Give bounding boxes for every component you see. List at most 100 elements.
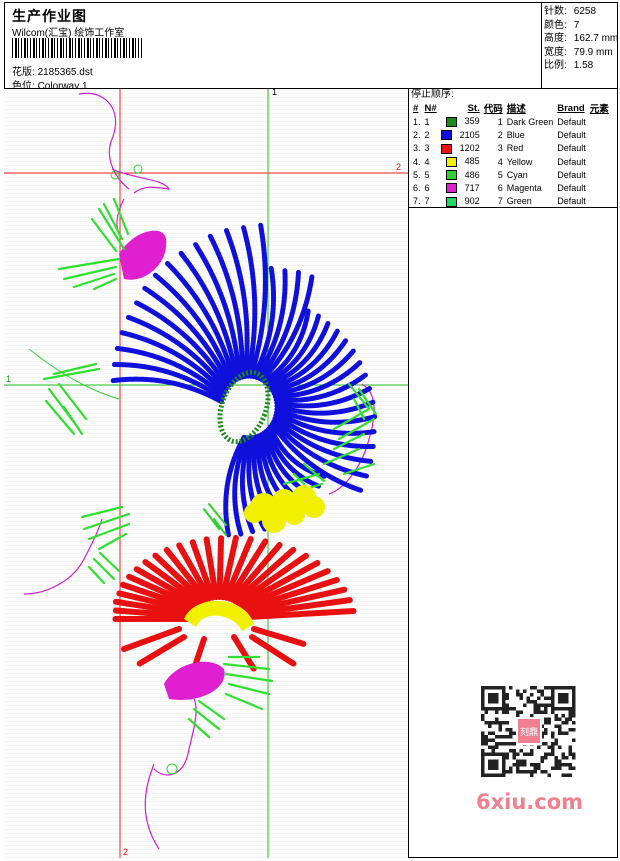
row-stitches: 717 xyxy=(439,181,482,194)
qr-module xyxy=(568,773,572,777)
qr-module xyxy=(558,724,562,728)
qr-module xyxy=(551,731,555,735)
qr-module xyxy=(554,717,558,721)
qr-module xyxy=(488,745,492,749)
qr-module xyxy=(561,721,565,725)
qr-module xyxy=(481,738,485,742)
table-row: 4. 4 485 4 Yellow Default xyxy=(411,155,611,168)
qr-module xyxy=(509,686,513,690)
row-num: 4. xyxy=(413,156,421,167)
qr-module xyxy=(544,686,548,690)
table-row: 3. 3 1202 3 Red Default xyxy=(411,142,611,155)
qr-module xyxy=(512,731,516,735)
qr-module xyxy=(530,770,534,774)
qr-module xyxy=(544,728,548,732)
qr-module xyxy=(547,703,551,707)
stitch-count: 486 xyxy=(464,169,480,180)
qr-module xyxy=(537,689,541,693)
qr-module xyxy=(572,728,576,732)
row-n: 1 xyxy=(424,116,430,127)
row-desc: Cyan xyxy=(506,169,528,180)
qr-module xyxy=(481,749,485,753)
row-num: 2. xyxy=(413,129,421,140)
qr-module xyxy=(551,752,555,756)
row-num: 3. xyxy=(413,143,421,154)
qr-module xyxy=(561,731,565,735)
guide-label-v2: 2 xyxy=(123,847,128,857)
qr-module xyxy=(509,728,513,732)
row-n: 6 xyxy=(424,183,430,194)
qr-module xyxy=(495,710,499,714)
row-brand: Default xyxy=(557,183,586,194)
qr-module xyxy=(533,686,537,690)
qr-module xyxy=(544,703,548,707)
qr-module xyxy=(505,696,509,700)
qr-module xyxy=(554,763,558,767)
qr-module xyxy=(554,759,558,763)
row-num: 1. xyxy=(413,116,421,127)
qr-module xyxy=(568,717,572,721)
qr-module xyxy=(533,707,537,711)
qr-module xyxy=(544,770,548,774)
row-element xyxy=(588,155,611,168)
qr-module xyxy=(530,773,534,777)
qr-module xyxy=(537,703,541,707)
table-row: 6. 6 717 6 Magenta Default xyxy=(411,181,611,194)
red-petal xyxy=(216,535,225,601)
qr-module xyxy=(502,710,506,714)
qr-module xyxy=(572,710,576,714)
panel-divider xyxy=(409,207,618,208)
color-swatch xyxy=(445,116,457,127)
row-brand: Default xyxy=(557,116,586,127)
qr-finder xyxy=(488,693,499,704)
qr-module xyxy=(547,773,551,777)
qr-module xyxy=(530,763,534,767)
qr-module xyxy=(495,717,499,721)
qr-module xyxy=(544,721,548,725)
qr-module xyxy=(533,766,537,770)
qr-module xyxy=(495,721,499,725)
qr-module xyxy=(509,742,513,746)
seal-text: 刻鼎 xyxy=(520,726,538,738)
qr-module xyxy=(516,693,520,697)
qr-module xyxy=(484,735,488,739)
row-stitches: 2105 xyxy=(439,128,482,141)
qr-module xyxy=(561,752,565,756)
stat-height: 高度: 162.7 mm xyxy=(544,33,619,45)
qr-module xyxy=(505,728,509,732)
qr-module xyxy=(554,724,558,728)
qr-module xyxy=(505,707,509,711)
qr-module xyxy=(572,756,576,760)
red-flower xyxy=(111,534,357,672)
qr-module xyxy=(568,766,572,770)
col-n: N# xyxy=(424,102,437,114)
row-code: 1 xyxy=(497,116,503,127)
design-canvas[interactable]: 1 2 1 2 xyxy=(4,89,409,858)
qr-module xyxy=(551,710,555,714)
row-element xyxy=(588,115,611,128)
design-file: 花版: 2185365.dst xyxy=(12,63,93,78)
red-petal xyxy=(231,634,257,672)
row-n: 3 xyxy=(424,143,430,154)
stat-scale: 比例: 1.58 xyxy=(544,60,594,72)
qr-module xyxy=(540,703,544,707)
qr-module xyxy=(523,763,527,767)
qr-module xyxy=(572,766,576,770)
qr-module xyxy=(519,710,523,714)
row-n: 4 xyxy=(424,156,430,167)
row-element xyxy=(588,128,611,141)
qr-module xyxy=(544,717,548,721)
qr-module xyxy=(484,710,488,714)
qr-module xyxy=(481,735,485,739)
row-n: 2 xyxy=(424,129,430,140)
row-code: 4 xyxy=(497,156,503,167)
barcode xyxy=(12,38,142,58)
qr-module xyxy=(526,700,530,704)
row-element xyxy=(588,168,611,181)
qr-module xyxy=(558,759,562,763)
qr-module xyxy=(565,756,569,760)
qr-module xyxy=(495,735,499,739)
row-stitches: 359 xyxy=(439,115,482,128)
stitch-count: 1202 xyxy=(459,142,480,153)
qr-module xyxy=(530,693,534,697)
